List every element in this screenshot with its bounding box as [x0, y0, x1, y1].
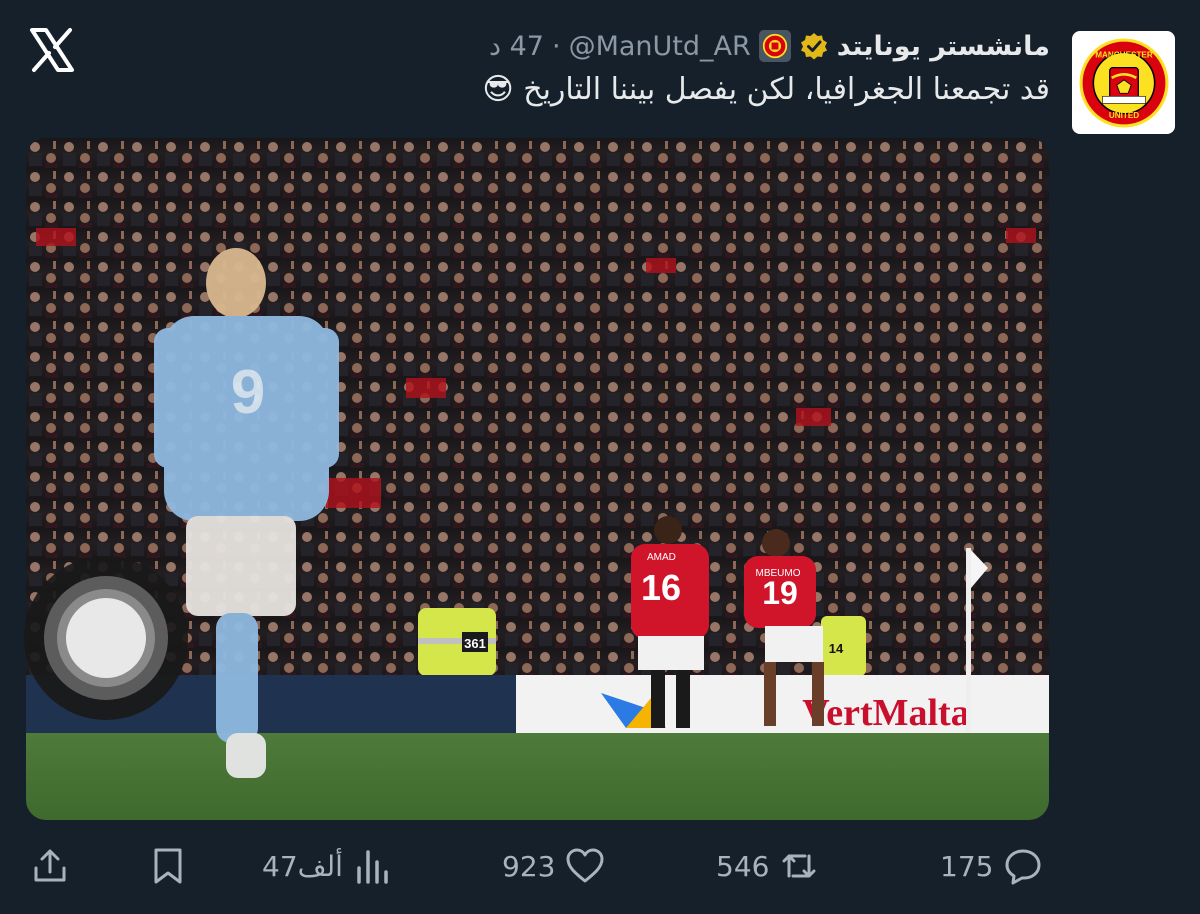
verified-badge-icon[interactable] — [799, 31, 829, 61]
svg-text:14: 14 — [829, 641, 844, 656]
reply-bubble-icon — [1005, 849, 1041, 885]
assistive-touch-button[interactable] — [24, 556, 188, 720]
bookmark-icon — [154, 848, 182, 884]
bookmark-button[interactable] — [148, 838, 188, 894]
tweet-body: قد تجمعنا الجغرافيا، لكن يفصل بيننا التا… — [523, 72, 1050, 107]
views-chart-icon — [357, 850, 388, 884]
tweet-text: قد تجمعنا الجغرافيا، لكن يفصل بيننا التا… — [482, 72, 1050, 107]
svg-text:9: 9 — [231, 358, 265, 427]
advert-board-text: VertMalta — [802, 692, 969, 734]
account-handle[interactable]: @ManUtd_AR — [569, 31, 751, 62]
meta-separator: · — [551, 30, 561, 62]
tweet-header: مانشستر يونايتد @ManUtd_AR · 47 د — [489, 30, 1050, 62]
affiliate-crest-icon[interactable] — [758, 30, 791, 62]
svg-text:AMAD: AMAD — [647, 552, 676, 563]
stadium-photo: 361 14 VertMalta 9 AMAD 16 MBEUMO 19 — [26, 138, 1049, 820]
like-button[interactable]: 923 — [502, 838, 605, 894]
share-button[interactable] — [30, 838, 70, 894]
repost-icon — [782, 854, 816, 878]
views-count: 47ألف — [262, 849, 343, 883]
reply-count: 175 — [940, 849, 994, 883]
avatar[interactable]: MANCHESTER UNITED — [1072, 31, 1175, 134]
steward-vest: 361 — [418, 608, 496, 676]
like-count: 923 — [502, 849, 556, 883]
x-logo-icon[interactable] — [28, 26, 76, 74]
repost-count: 546 — [716, 849, 770, 883]
svg-text:19: 19 — [762, 575, 798, 611]
share-icon — [34, 849, 66, 882]
heart-icon — [566, 848, 604, 883]
svg-text:361: 361 — [464, 636, 486, 651]
svg-text:MANCHESTER: MANCHESTER — [1095, 50, 1153, 59]
svg-text:16: 16 — [641, 567, 681, 608]
reply-button[interactable]: 175 — [940, 838, 1043, 894]
display-name[interactable]: مانشستر يونايتد — [837, 31, 1050, 62]
svg-text:UNITED: UNITED — [1108, 110, 1138, 119]
timestamp[interactable]: 47 د — [489, 31, 544, 62]
tweet-media-photo[interactable]: 361 14 VertMalta 9 AMAD 16 MBEUMO 19 — [26, 138, 1049, 820]
views-button[interactable]: 47ألف — [262, 838, 393, 894]
tweet-actions: 47ألف 923 546 175 — [0, 838, 1200, 894]
man-utd-crest-icon: MANCHESTER UNITED — [1079, 38, 1168, 127]
assistive-touch-center — [66, 598, 146, 678]
repost-button[interactable]: 546 — [716, 838, 819, 894]
sunglasses-emoji: 😎 — [482, 72, 514, 107]
